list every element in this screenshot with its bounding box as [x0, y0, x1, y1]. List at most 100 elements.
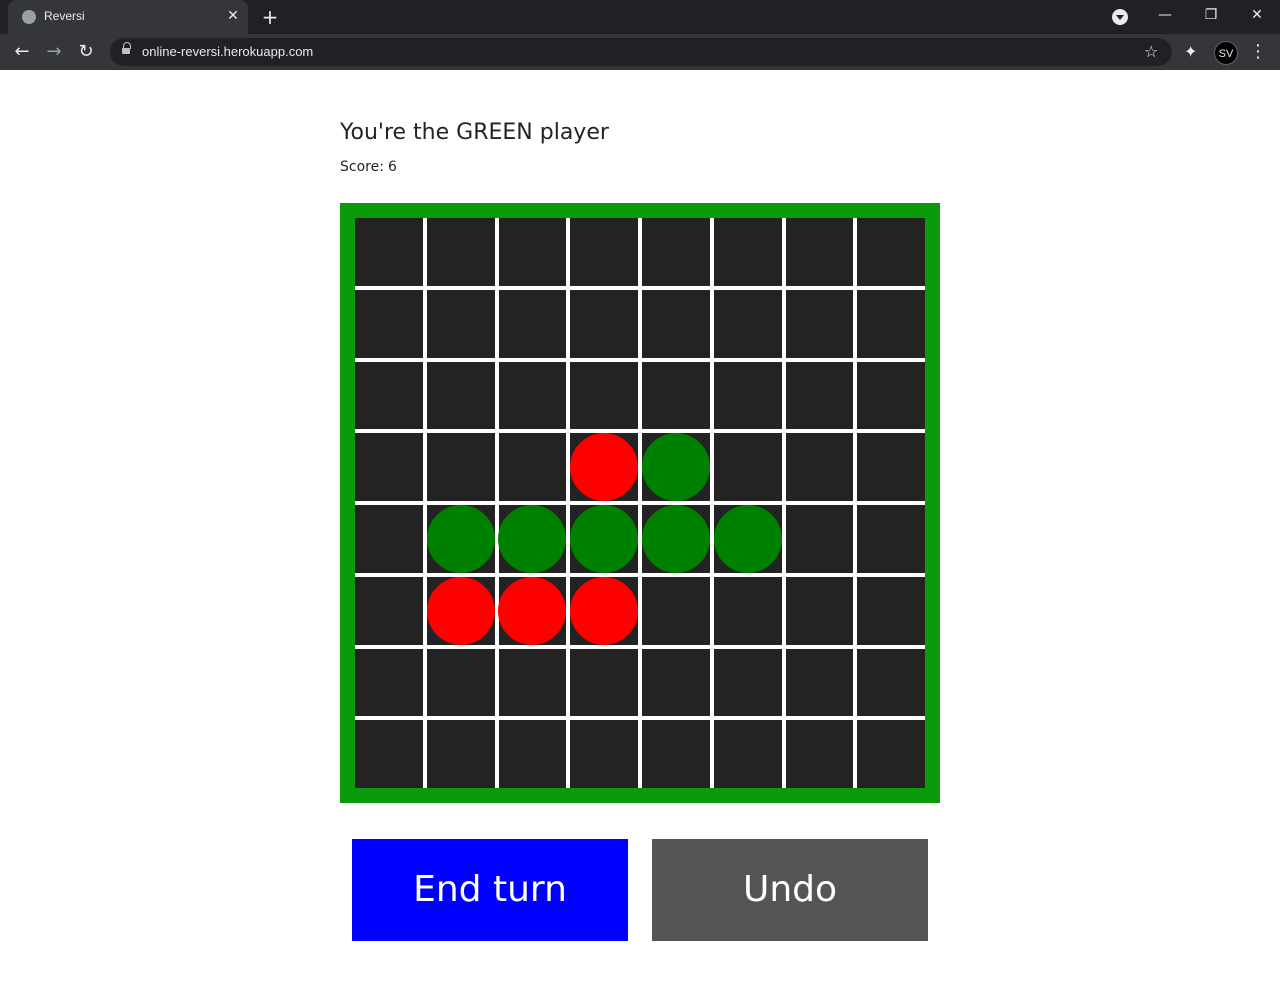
board-cell[interactable] — [570, 576, 639, 645]
board-cell[interactable] — [570, 648, 638, 717]
board-cell[interactable] — [498, 648, 567, 717]
reload-icon[interactable]: ↻ — [74, 40, 98, 64]
board-cell[interactable] — [355, 433, 423, 501]
board-cell[interactable] — [785, 361, 854, 430]
board-cell[interactable] — [426, 648, 495, 717]
board-cell[interactable] — [570, 218, 638, 286]
red-piece — [570, 576, 639, 645]
board-cell[interactable] — [498, 289, 567, 358]
board-cell[interactable] — [642, 720, 710, 788]
board-cell[interactable] — [785, 648, 854, 717]
score-label: Score: — [340, 159, 384, 175]
tab-bar: Reversi ✕ + — ❐ ✕ — [0, 0, 1280, 34]
board-cell[interactable] — [857, 720, 925, 788]
back-arrow-icon[interactable]: ← — [10, 40, 34, 64]
board-cell[interactable] — [570, 289, 638, 358]
board-cell[interactable] — [785, 505, 854, 573]
board-cell[interactable] — [857, 218, 925, 286]
board-cell[interactable] — [857, 648, 925, 717]
board-frame — [340, 203, 940, 803]
close-icon[interactable]: ✕ — [224, 7, 242, 25]
board-cell[interactable] — [426, 576, 495, 645]
board-cell[interactable] — [642, 648, 710, 717]
board-cell[interactable] — [355, 576, 423, 645]
board-cell[interactable] — [570, 720, 638, 788]
board-cell[interactable] — [641, 504, 710, 573]
board-cell[interactable] — [570, 433, 639, 502]
star-icon[interactable]: ☆ — [1144, 42, 1158, 62]
minimize-icon[interactable]: — — [1142, 0, 1188, 30]
board-cell[interactable] — [713, 289, 782, 358]
board-cell[interactable] — [498, 433, 567, 501]
browser-tab[interactable]: Reversi ✕ — [8, 0, 248, 34]
green-piece — [713, 504, 782, 573]
board-cell[interactable] — [713, 648, 782, 717]
board-cell[interactable] — [785, 720, 854, 788]
kebab-menu-icon[interactable]: ⋮ — [1248, 40, 1268, 64]
undo-button[interactable]: Undo — [652, 839, 928, 941]
board-cell[interactable] — [785, 218, 854, 286]
board-cell[interactable] — [498, 576, 567, 645]
puzzle-icon[interactable]: ✦ — [1184, 40, 1197, 64]
board-cell[interactable] — [785, 289, 854, 358]
board-cell[interactable] — [426, 433, 495, 501]
board-cell[interactable] — [355, 361, 423, 430]
plus-icon[interactable]: + — [258, 5, 282, 29]
board-cell[interactable] — [498, 720, 567, 788]
board-cell[interactable] — [355, 218, 423, 286]
green-piece — [570, 504, 639, 573]
board-cell[interactable] — [426, 504, 495, 573]
board-cell[interactable] — [642, 289, 710, 358]
game-board — [355, 218, 925, 788]
avatar[interactable]: SV — [1214, 41, 1238, 65]
board-cell[interactable] — [857, 361, 925, 430]
board-cell[interactable] — [642, 361, 710, 430]
address-bar[interactable]: online-reversi.herokuapp.com ☆ — [110, 38, 1172, 66]
url-text[interactable]: online-reversi.herokuapp.com — [142, 44, 313, 59]
red-piece — [570, 433, 639, 502]
board-cell[interactable] — [498, 504, 567, 573]
board-cell[interactable] — [857, 576, 925, 645]
board-cell[interactable] — [570, 361, 638, 430]
board-cell[interactable] — [642, 576, 710, 645]
green-piece — [641, 433, 710, 502]
page-title: You're the GREEN player — [340, 120, 609, 145]
board-cell[interactable] — [857, 433, 925, 501]
end-turn-button[interactable]: End turn — [352, 839, 628, 941]
board-cell[interactable] — [713, 504, 782, 573]
board-cell[interactable] — [641, 433, 710, 502]
board-cell[interactable] — [642, 218, 710, 286]
board-cell[interactable] — [426, 289, 495, 358]
board-cell[interactable] — [355, 648, 423, 717]
green-piece — [498, 504, 567, 573]
board-cell[interactable] — [713, 720, 782, 788]
lock-icon[interactable] — [122, 42, 131, 56]
board-cell[interactable] — [355, 505, 423, 573]
forward-arrow-icon[interactable]: → — [42, 40, 66, 64]
board-cell[interactable] — [785, 576, 854, 645]
board-cell[interactable] — [426, 361, 495, 430]
green-piece — [641, 504, 710, 573]
window-close-icon[interactable]: ✕ — [1234, 0, 1280, 30]
red-piece — [498, 576, 567, 645]
board-cell[interactable] — [355, 720, 423, 788]
board-cell[interactable] — [355, 289, 423, 358]
board-cell[interactable] — [857, 505, 925, 573]
board-cell[interactable] — [713, 576, 782, 645]
board-cell[interactable] — [857, 289, 925, 358]
board-cell[interactable] — [713, 218, 782, 286]
board-cell[interactable] — [426, 720, 495, 788]
tab-title: Reversi — [44, 9, 85, 23]
board-cell[interactable] — [713, 361, 782, 430]
board-cell[interactable] — [498, 218, 567, 286]
page-content: You're the GREEN player Score: 6 End turn… — [0, 70, 1280, 984]
board-cell[interactable] — [498, 361, 567, 430]
score-display: Score: 6 — [340, 159, 397, 175]
board-cell[interactable] — [570, 504, 639, 573]
board-cell[interactable] — [713, 433, 782, 501]
board-cell[interactable] — [785, 433, 854, 501]
tab-search-icon[interactable] — [1112, 9, 1128, 25]
restore-icon[interactable]: ❐ — [1188, 0, 1234, 30]
board-cell[interactable] — [426, 218, 495, 286]
globe-icon — [22, 10, 36, 24]
